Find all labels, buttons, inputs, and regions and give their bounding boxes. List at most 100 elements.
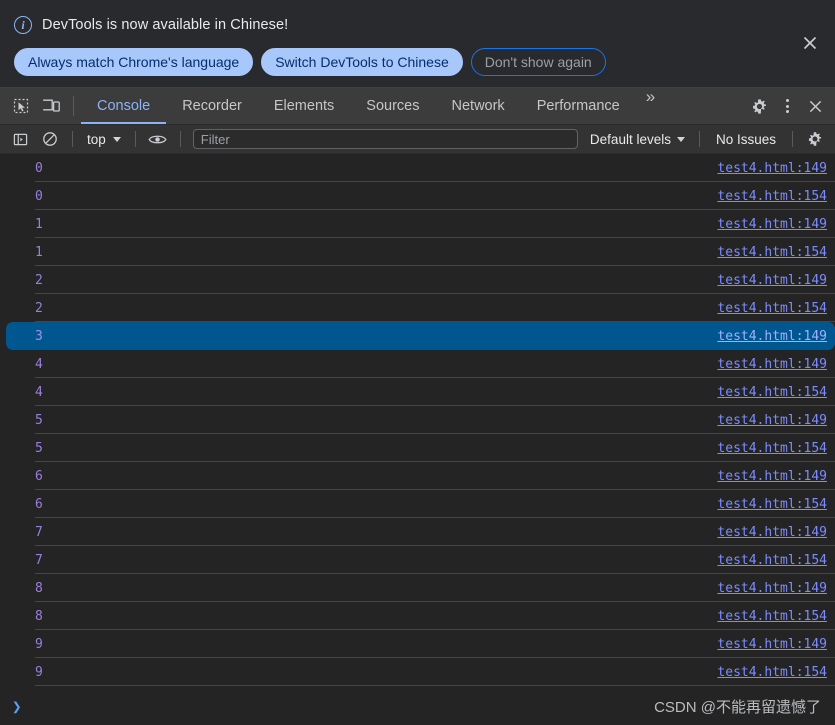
- banner-message-row: i DevTools is now available in Chinese!: [14, 12, 821, 38]
- console-message-value: 7: [35, 524, 43, 540]
- more-tabs-button[interactable]: »: [636, 88, 665, 124]
- console-message-source-link[interactable]: test4.html:149: [717, 581, 829, 596]
- console-message-value: 0: [35, 160, 43, 176]
- execution-context-value: top: [87, 131, 106, 147]
- console-message-source-link[interactable]: test4.html:154: [717, 385, 829, 400]
- tab-performance[interactable]: Performance: [521, 88, 636, 124]
- close-icon: [803, 36, 817, 50]
- console-message-source-link[interactable]: test4.html:149: [717, 329, 829, 344]
- live-expression-eye-icon: [148, 135, 167, 143]
- banner-close-button[interactable]: [797, 30, 823, 56]
- console-message-row[interactable]: 9 test4.html:154: [0, 658, 835, 686]
- console-message-row[interactable]: 7 test4.html:154: [0, 546, 835, 574]
- console-message-value: 6: [35, 468, 43, 484]
- console-message-source-link[interactable]: test4.html:154: [717, 301, 829, 316]
- console-message-row[interactable]: 0 test4.html:149: [0, 154, 835, 182]
- console-message-source-link[interactable]: test4.html:149: [717, 217, 829, 232]
- console-message-source-link[interactable]: test4.html:154: [717, 553, 829, 568]
- console-message-row[interactable]: 0 test4.html:154: [0, 182, 835, 210]
- console-message-row[interactable]: 5 test4.html:149: [0, 406, 835, 434]
- console-sidebar-toggle-button[interactable]: [6, 125, 34, 153]
- console-message-row[interactable]: 4 test4.html:154: [0, 378, 835, 406]
- dont-show-again-button[interactable]: Don't show again: [470, 48, 606, 76]
- execution-context-selector[interactable]: top: [81, 128, 127, 150]
- always-match-chrome-language-button[interactable]: Always match Chrome's language: [14, 48, 254, 76]
- create-live-expression-button[interactable]: [144, 125, 172, 153]
- console-message-row[interactable]: 7 test4.html:149: [0, 518, 835, 546]
- console-message-row[interactable]: 1 test4.html:149: [0, 210, 835, 238]
- banner-message: DevTools is now available in Chinese!: [42, 17, 289, 33]
- banner-button-group: Always match Chrome's language Switch De…: [14, 48, 821, 76]
- clear-console-icon: [43, 132, 57, 146]
- chevron-down-icon: [676, 136, 685, 142]
- console-message-row[interactable]: 5 test4.html:154: [0, 434, 835, 462]
- console-message-row[interactable]: 2 test4.html:154: [0, 294, 835, 322]
- console-message-list[interactable]: 0 test4.html:149 0 test4.html:154 1 test4.htm…: [0, 154, 835, 688]
- tabbar-divider: [73, 96, 74, 116]
- issues-counter[interactable]: No Issues: [708, 132, 784, 147]
- console-message-source-link[interactable]: test4.html:149: [717, 161, 829, 176]
- console-message-source-link[interactable]: test4.html:149: [717, 525, 829, 540]
- console-message-value: 0: [35, 188, 43, 204]
- console-message-source-link[interactable]: test4.html:149: [717, 637, 829, 652]
- filterbar-divider-2: [134, 131, 136, 147]
- console-filter-toolbar: top Default levels No Issues: [0, 125, 835, 154]
- tab-sources[interactable]: Sources: [350, 88, 435, 124]
- console-message-row[interactable]: 1 test4.html:154: [0, 238, 835, 266]
- console-message-source-link[interactable]: test4.html:154: [717, 441, 829, 456]
- devtools-close-button[interactable]: [801, 92, 829, 120]
- tab-recorder[interactable]: Recorder: [166, 88, 258, 124]
- console-message-row[interactable]: 6 test4.html:149: [0, 462, 835, 490]
- console-message-source-link[interactable]: test4.html:149: [717, 413, 829, 428]
- switch-devtools-to-chinese-button[interactable]: Switch DevTools to Chinese: [261, 48, 463, 76]
- info-glyph: i: [21, 18, 25, 32]
- console-settings-button[interactable]: [801, 125, 829, 153]
- console-message-row[interactable]: 6 test4.html:154: [0, 490, 835, 518]
- console-message-row[interactable]: 4 test4.html:149: [0, 350, 835, 378]
- filterbar-divider-3: [179, 131, 181, 147]
- console-message-source-link[interactable]: test4.html:149: [717, 357, 829, 372]
- console-message-value: 2: [35, 300, 43, 316]
- console-message-value: 6: [35, 496, 43, 512]
- filter-input[interactable]: [192, 129, 578, 149]
- prompt-chevron-icon: ❯: [12, 696, 22, 716]
- console-message-value: 5: [35, 412, 43, 428]
- console-message-row[interactable]: 3 test4.html:149: [6, 322, 835, 350]
- csdn-watermark: CSDN @不能再留遗憾了: [654, 699, 821, 716]
- console-prompt-row[interactable]: ❯ CSDN @不能再留遗憾了: [0, 688, 835, 725]
- console-message-row[interactable]: 9 test4.html:149: [0, 630, 835, 658]
- console-message-value: 8: [35, 580, 43, 596]
- console-message-source-link[interactable]: test4.html:149: [717, 273, 829, 288]
- console-message-value: 1: [35, 244, 43, 260]
- tabbar-actions: [730, 88, 835, 124]
- filterbar-divider-1: [72, 131, 73, 147]
- console-message-source-link[interactable]: test4.html:154: [717, 609, 829, 624]
- language-notice-banner: i DevTools is now available in Chinese! …: [0, 0, 835, 88]
- chevron-down-icon: [112, 136, 121, 142]
- tab-console[interactable]: Console: [81, 88, 167, 124]
- console-message-source-link[interactable]: test4.html:154: [717, 497, 829, 512]
- log-levels-selector[interactable]: Default levels: [584, 132, 691, 147]
- kebab-menu-icon: [785, 99, 789, 113]
- filterbar-divider-4: [698, 131, 700, 147]
- console-sidebar-icon: [13, 133, 27, 145]
- console-message-value: 5: [35, 440, 43, 456]
- inspect-element-button[interactable]: [6, 88, 36, 124]
- device-toolbar-icon: [42, 99, 60, 112]
- clear-console-button[interactable]: [36, 125, 64, 153]
- gear-icon: [752, 98, 766, 114]
- console-message-source-link[interactable]: test4.html:154: [717, 245, 829, 260]
- tab-elements[interactable]: Elements: [258, 88, 350, 124]
- console-message-row[interactable]: 8 test4.html:154: [0, 602, 835, 630]
- console-message-value: 9: [35, 636, 43, 652]
- device-toolbar-button[interactable]: [36, 88, 66, 124]
- devtools-settings-button[interactable]: [745, 92, 773, 120]
- console-message-source-link[interactable]: test4.html:154: [717, 665, 829, 680]
- devtools-more-options-button[interactable]: [773, 92, 801, 120]
- console-message-row[interactable]: 2 test4.html:149: [0, 266, 835, 294]
- console-message-source-link[interactable]: test4.html:154: [717, 189, 829, 204]
- close-icon: [809, 100, 821, 112]
- console-message-row[interactable]: 8 test4.html:149: [0, 574, 835, 602]
- console-message-source-link[interactable]: test4.html:149: [717, 469, 829, 484]
- tab-network[interactable]: Network: [436, 88, 521, 124]
